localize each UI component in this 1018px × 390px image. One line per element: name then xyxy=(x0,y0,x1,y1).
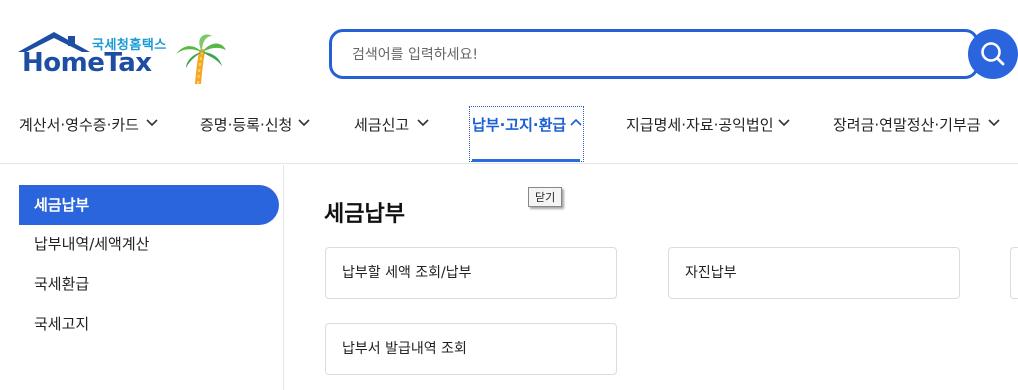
card-self-payment[interactable]: 자진납부 xyxy=(668,247,960,299)
nav-item-label: 지급명세·자료·공익법인 xyxy=(626,116,774,134)
section-title: 세금납부 xyxy=(324,202,405,227)
nav-item-certificate-registration[interactable]: 증명·등록·신청 xyxy=(200,114,310,135)
chevron-down-icon xyxy=(417,119,429,127)
chevron-down-icon xyxy=(988,119,1000,127)
nav-item-label: 증명·등록·신청 xyxy=(200,116,293,134)
sidebar-item-tax-payment[interactable]: 세금납부 xyxy=(19,185,279,225)
search-icon xyxy=(981,42,1005,66)
nav-item-payment-notice-refund[interactable]: 납부·고지·환급 xyxy=(472,114,582,135)
nav-item-label: 세금신고 xyxy=(354,116,410,134)
logo-english-text: HomeTax xyxy=(22,48,152,78)
nav-item-invoice-receipt-card[interactable]: 계산서·영수증·카드 xyxy=(19,114,158,135)
search-input[interactable] xyxy=(352,44,952,66)
search-button[interactable] xyxy=(968,29,1018,79)
chevron-down-icon xyxy=(778,119,790,127)
nav-item-label: 계산서·영수증·카드 xyxy=(19,116,139,134)
card-payment-slip-history[interactable]: 납부서 발급내역 조회 xyxy=(325,323,617,375)
search-box xyxy=(329,29,979,79)
nav-item-incentive-yearend-donation[interactable]: 장려금·연말정산·기부금 xyxy=(833,114,1000,135)
main-nav: 계산서·영수증·카드 증명·등록·신청 세금신고 납부·고지·환급 지급명세·자… xyxy=(0,100,1018,164)
palm-tree-icon xyxy=(176,34,226,84)
hometax-logo[interactable]: 국세청홈택스 HomeTax xyxy=(16,28,226,84)
card-payable-tax-lookup[interactable]: 납부할 세액 조회/납부 xyxy=(325,247,617,299)
sidebar-item-payment-history[interactable]: 납부내역/세액계산 xyxy=(19,224,279,264)
close-tooltip: 닫기 xyxy=(528,187,563,207)
submenu-sidebar: 세금납부 납부내역/세액계산 국세환급 국세고지 xyxy=(0,165,284,390)
chevron-down-icon xyxy=(298,119,310,127)
chevron-up-icon xyxy=(570,118,582,126)
sidebar-item-tax-refund[interactable]: 국세환급 xyxy=(19,264,279,304)
nav-item-label: 장려금·연말정산·기부금 xyxy=(833,116,981,134)
nav-item-payment-statement[interactable]: 지급명세·자료·공익법인 xyxy=(626,114,790,135)
chevron-down-icon xyxy=(146,119,158,127)
nav-item-label: 납부·고지·환급 xyxy=(472,116,567,134)
card-partial-offscreen[interactable] xyxy=(1010,247,1018,299)
nav-item-tax-filing[interactable]: 세금신고 xyxy=(354,114,429,135)
sidebar-item-tax-notice[interactable]: 국세고지 xyxy=(19,304,279,344)
nav-active-underline xyxy=(472,159,580,162)
